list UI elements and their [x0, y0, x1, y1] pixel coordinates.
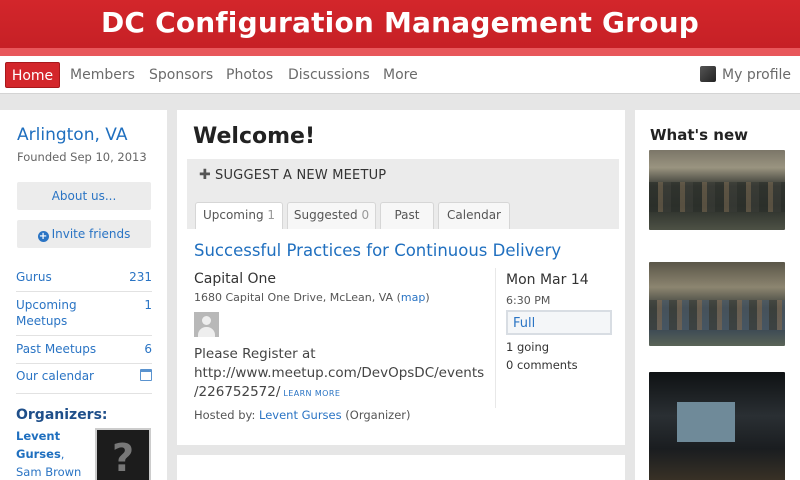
- founded-date: Founded Sep 10, 2013: [17, 150, 147, 164]
- hosted-prefix: Hosted by:: [194, 408, 256, 422]
- plus-icon: ✚: [199, 167, 211, 183]
- nav-my-profile[interactable]: My profile: [722, 62, 791, 88]
- stat-gurus[interactable]: Gurus 231: [16, 270, 152, 284]
- stat-our-calendar[interactable]: Our calendar: [16, 369, 152, 383]
- tab-label: Upcoming: [202, 208, 264, 222]
- attendee-avatar-icon[interactable]: [194, 312, 219, 337]
- rsvp-status-button[interactable]: Full: [506, 310, 612, 335]
- tab-label: Calendar: [447, 208, 501, 222]
- group-city[interactable]: Arlington, VA: [17, 125, 127, 145]
- meetup-tabs: Upcoming 1 Suggested 0 Past Calendar: [187, 193, 619, 229]
- meetup-photo[interactable]: [649, 150, 785, 230]
- plus-circle-icon: +: [37, 231, 49, 242]
- going-count[interactable]: 1 going: [506, 340, 549, 354]
- tab-suggested[interactable]: Suggested 0: [287, 202, 376, 229]
- divider: [16, 335, 152, 336]
- host-role: (Organizer): [345, 408, 411, 422]
- tab-past[interactable]: Past: [380, 202, 434, 229]
- tab-label: Past: [394, 208, 420, 222]
- tab-count: 0: [361, 208, 370, 222]
- event-address: 1680 Capital One Drive, McLean, VA (map): [194, 291, 430, 304]
- nav-members[interactable]: Members: [70, 62, 135, 88]
- stat-label: Gurus: [16, 270, 52, 284]
- whats-new-heading: What's new: [650, 126, 748, 144]
- calendar-icon: [140, 369, 152, 381]
- divider: [16, 363, 152, 364]
- meetup-photo[interactable]: [649, 262, 785, 346]
- group-title[interactable]: DC Configuration Management Group: [0, 6, 800, 39]
- event-desc-text: /226752572/: [194, 384, 281, 400]
- comments-count[interactable]: 0 comments: [506, 358, 578, 372]
- tab-upcoming[interactable]: Upcoming 1: [195, 202, 283, 229]
- organizers-list: Levent Gurses, Sam Brown: [16, 427, 92, 480]
- invite-friends-label: Invite friends: [51, 227, 131, 241]
- nav-photos[interactable]: Photos: [226, 62, 273, 88]
- organizers-heading: Organizers:: [16, 407, 108, 423]
- whats-new-panel: What's new: [635, 110, 800, 480]
- stat-upcoming-meetups[interactable]: Upcoming Meetups 1: [16, 297, 152, 329]
- welcome-heading: Welcome!: [193, 124, 315, 149]
- tab-calendar[interactable]: Calendar: [438, 202, 510, 229]
- organizer-link[interactable]: Sam Brown: [16, 465, 81, 479]
- tab-count: 1: [267, 208, 276, 222]
- meetup-photo[interactable]: [649, 372, 785, 480]
- event-venue: Capital One: [194, 271, 277, 287]
- invite-friends-button[interactable]: + Invite friends: [17, 220, 151, 248]
- divider: [16, 291, 152, 292]
- event-date: Mon Mar 14: [506, 272, 589, 288]
- nav-bar: Home Members Sponsors Photos Discussions…: [0, 56, 800, 94]
- nav-home[interactable]: Home: [5, 62, 60, 88]
- stat-value: 1: [144, 298, 152, 312]
- event-hosted-by: Hosted by: Levent Gurses (Organizer): [194, 408, 411, 422]
- divider: [16, 393, 152, 394]
- nav-more[interactable]: More: [383, 62, 418, 88]
- organizer-separator: ,: [60, 447, 65, 461]
- header-banner: DC Configuration Management Group: [0, 0, 800, 56]
- stat-value: 231: [129, 270, 152, 284]
- event-title[interactable]: Successful Practices for Continuous Deli…: [194, 241, 561, 260]
- main-content: Welcome! ✚ SUGGEST A NEW MEETUP Upcoming…: [177, 110, 625, 445]
- event-description: Please Register at http://www.meetup.com…: [194, 345, 494, 403]
- main-content-lower: [177, 455, 625, 480]
- stat-label: Our calendar: [16, 369, 94, 383]
- profile-avatar-icon[interactable]: [700, 66, 716, 82]
- event-desc-line: Please Register at: [194, 346, 316, 362]
- map-link[interactable]: map: [401, 291, 425, 304]
- nav-discussions[interactable]: Discussions: [288, 62, 370, 88]
- stat-label-line2: Meetups: [16, 314, 68, 328]
- about-us-button[interactable]: About us...: [17, 182, 151, 210]
- event-desc-line: http://www.meetup.com/DevOpsDC/events: [194, 365, 485, 381]
- event-side-info: Mon Mar 14 6:30 PM Full 1 going 0 commen…: [495, 268, 625, 408]
- organizer-avatar-placeholder-icon[interactable]: ?: [95, 428, 151, 480]
- stat-label: Upcoming: [16, 298, 77, 312]
- suggest-meetup-label: SUGGEST A NEW MEETUP: [215, 168, 387, 183]
- learn-more-link[interactable]: LEARN MORE: [283, 389, 340, 398]
- group-sidebar: Arlington, VA Founded Sep 10, 2013 About…: [0, 110, 167, 480]
- stat-label: Past Meetups: [16, 342, 97, 356]
- banner-strip: [0, 48, 800, 56]
- event-time: 6:30 PM: [506, 294, 551, 307]
- stat-past-meetups[interactable]: Past Meetups 6: [16, 342, 152, 356]
- event-desc-line: /226752572/LEARN MORE: [194, 383, 494, 403]
- organizer-link[interactable]: Levent Gurses: [16, 429, 61, 461]
- event-address-text: 1680 Capital One Drive, McLean, VA: [194, 291, 394, 304]
- nav-sponsors[interactable]: Sponsors: [149, 62, 213, 88]
- suggest-meetup-button[interactable]: ✚ SUGGEST A NEW MEETUP: [187, 159, 619, 193]
- host-link[interactable]: Levent Gurses: [259, 408, 342, 422]
- stat-value: 6: [144, 342, 152, 356]
- tab-label: Suggested: [293, 208, 358, 222]
